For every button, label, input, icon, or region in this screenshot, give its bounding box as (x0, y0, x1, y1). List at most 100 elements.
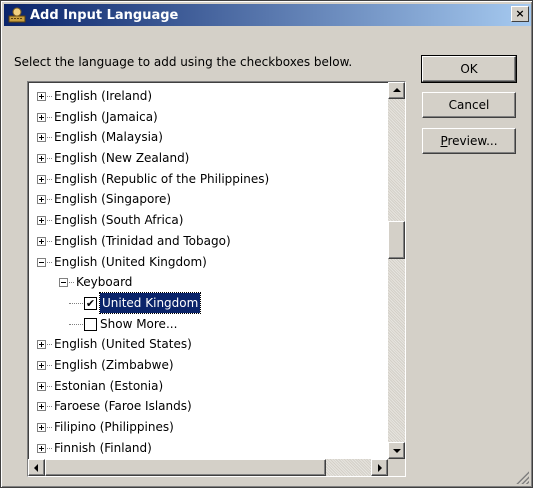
expand-icon[interactable] (37, 195, 46, 205)
expand-icon[interactable] (37, 360, 46, 370)
tree-row[interactable]: English (Zimbabwe) (28, 355, 383, 376)
scroll-right-button[interactable] (371, 459, 388, 476)
tree-node-label: Finnish (Finland) (54, 440, 152, 455)
cancel-button[interactable]: Cancel (422, 92, 516, 118)
expand-icon[interactable] (37, 174, 46, 184)
expand-icon[interactable] (37, 154, 46, 164)
tree-node-label: English (United Kingdom) (54, 254, 207, 269)
language-tree[interactable]: English (Ireland) English (Jamaica) Englis… (27, 81, 406, 477)
tree-row[interactable]: Keyboard (28, 272, 383, 293)
tree-node-label: English (Trinidad and Tobago) (54, 233, 231, 248)
tree-items: English (Ireland) English (Jamaica) Englis… (28, 86, 383, 458)
unchecked-checkbox[interactable] (84, 317, 97, 331)
tree-connector (47, 240, 52, 243)
tree-connector (47, 96, 52, 98)
scroll-left-button[interactable] (28, 459, 45, 476)
expand-icon[interactable] (37, 112, 46, 122)
scrollbar-corner (388, 459, 405, 476)
input-language-icon (8, 7, 26, 23)
ok-button-label: OK (460, 62, 478, 76)
tree-row[interactable]: English (Ireland) (28, 86, 383, 107)
tree-row[interactable]: English (Trinidad and Tobago) (28, 231, 383, 252)
expand-icon[interactable] (37, 133, 46, 143)
tree-node-label: English (Malaysia) (54, 130, 163, 145)
tree-node-label: English (South Africa) (54, 213, 184, 228)
tree-node-label: English (Republic of the Philippines) (54, 171, 270, 186)
dialog-title: Add Input Language (30, 7, 179, 23)
scroll-down-button[interactable] (388, 442, 405, 459)
tree-connector (47, 178, 52, 181)
collapse-icon[interactable] (37, 257, 46, 267)
expand-icon[interactable] (37, 402, 46, 412)
expand-icon[interactable] (37, 236, 46, 246)
tree-row[interactable]: Finnish (Finland) (28, 438, 383, 459)
tree-row[interactable]: English (Republic of the Philippines) (28, 169, 383, 190)
tree-row[interactable]: English (Malaysia) (28, 127, 383, 148)
tree-node-label: English (Ireland) (54, 89, 153, 103)
tree-row[interactable]: English (Singapore) (28, 189, 383, 210)
tree-connector (47, 261, 52, 264)
tree-connector (47, 364, 52, 367)
tree-node-label: English (Jamaica) (54, 109, 158, 124)
scroll-up-button[interactable] (388, 82, 405, 99)
tree-connector (47, 220, 52, 222)
tree-connector (47, 427, 52, 429)
tree-node-label: Keyboard (76, 275, 133, 290)
close-button[interactable]: × (511, 6, 529, 22)
tree-row[interactable]: English (Jamaica) (28, 107, 383, 128)
tree-connector (69, 282, 74, 284)
tree-node-label: English (New Zealand) (54, 151, 190, 166)
arrow-left-icon (34, 464, 38, 472)
expand-icon[interactable] (37, 423, 46, 432)
preview-button-label: Preview... (440, 134, 498, 148)
title-bar[interactable]: Add Input Language × (4, 4, 531, 26)
instruction-text: Select the language to add using the che… (14, 55, 353, 69)
expand-icon[interactable] (37, 216, 46, 226)
tree-node-label: English (United States) (54, 337, 192, 352)
tree-node-label: Filipino (Philippines) (54, 420, 174, 434)
expand-icon[interactable] (37, 92, 46, 101)
tree-node-label: Faroese (Faroe Islands) (54, 399, 192, 414)
ok-button[interactable]: OK (421, 55, 517, 83)
tree-connector (47, 158, 52, 160)
resize-grip-icon[interactable] (515, 470, 529, 484)
tree-connector (69, 302, 83, 305)
arrow-down-icon (393, 449, 401, 453)
tree-connector (47, 116, 52, 119)
tree-node-label: English (Zimbabwe) (54, 357, 174, 372)
tree-node-label: English (Singapore) (54, 192, 172, 207)
tree-connector (47, 199, 52, 201)
tree-connector (47, 137, 52, 139)
vertical-scrollbar[interactable] (388, 82, 405, 459)
arrow-right-icon (378, 464, 382, 472)
tree-row[interactable]: Show More... (28, 314, 383, 335)
tree-node-label: Estonian (Estonia) (54, 378, 164, 393)
vertical-scroll-thumb[interactable] (388, 221, 405, 259)
tree-row[interactable]: English (New Zealand) (28, 148, 383, 169)
collapse-icon[interactable] (59, 278, 68, 288)
checked-checkbox[interactable]: ✔ (84, 296, 97, 310)
cancel-button-label: Cancel (448, 98, 490, 112)
horizontal-scroll-thumb[interactable] (45, 459, 326, 476)
expand-icon[interactable] (37, 381, 46, 391)
tree-row[interactable]: ✔ United Kingdom (28, 291, 383, 314)
tree-connector (69, 323, 83, 326)
add-input-language-dialog: Add Input Language × Select the language… (0, 0, 533, 488)
expand-icon[interactable] (37, 443, 46, 453)
tree-row[interactable]: Filipino (Philippines) (28, 417, 383, 438)
horizontal-scrollbar[interactable] (28, 459, 388, 476)
expand-icon[interactable] (37, 340, 46, 350)
tree-connector (47, 385, 52, 388)
arrow-up-icon (393, 88, 401, 92)
tree-row[interactable]: Estonian (Estonia) (28, 376, 383, 397)
tree-connector (47, 406, 52, 408)
tree-row[interactable]: Faroese (Faroe Islands) (28, 396, 383, 417)
tree-leaf-label: United Kingdom (98, 291, 202, 314)
preview-button[interactable]: Preview... (422, 128, 516, 154)
tree-row[interactable]: English (United States) (28, 334, 383, 355)
tree-leaf-label: Show More... (100, 316, 178, 331)
tree-row[interactable]: English (South Africa) (28, 210, 383, 231)
tree-row[interactable]: English (United Kingdom) (28, 252, 383, 273)
tree-connector (47, 447, 52, 450)
tree-connector (47, 344, 52, 346)
